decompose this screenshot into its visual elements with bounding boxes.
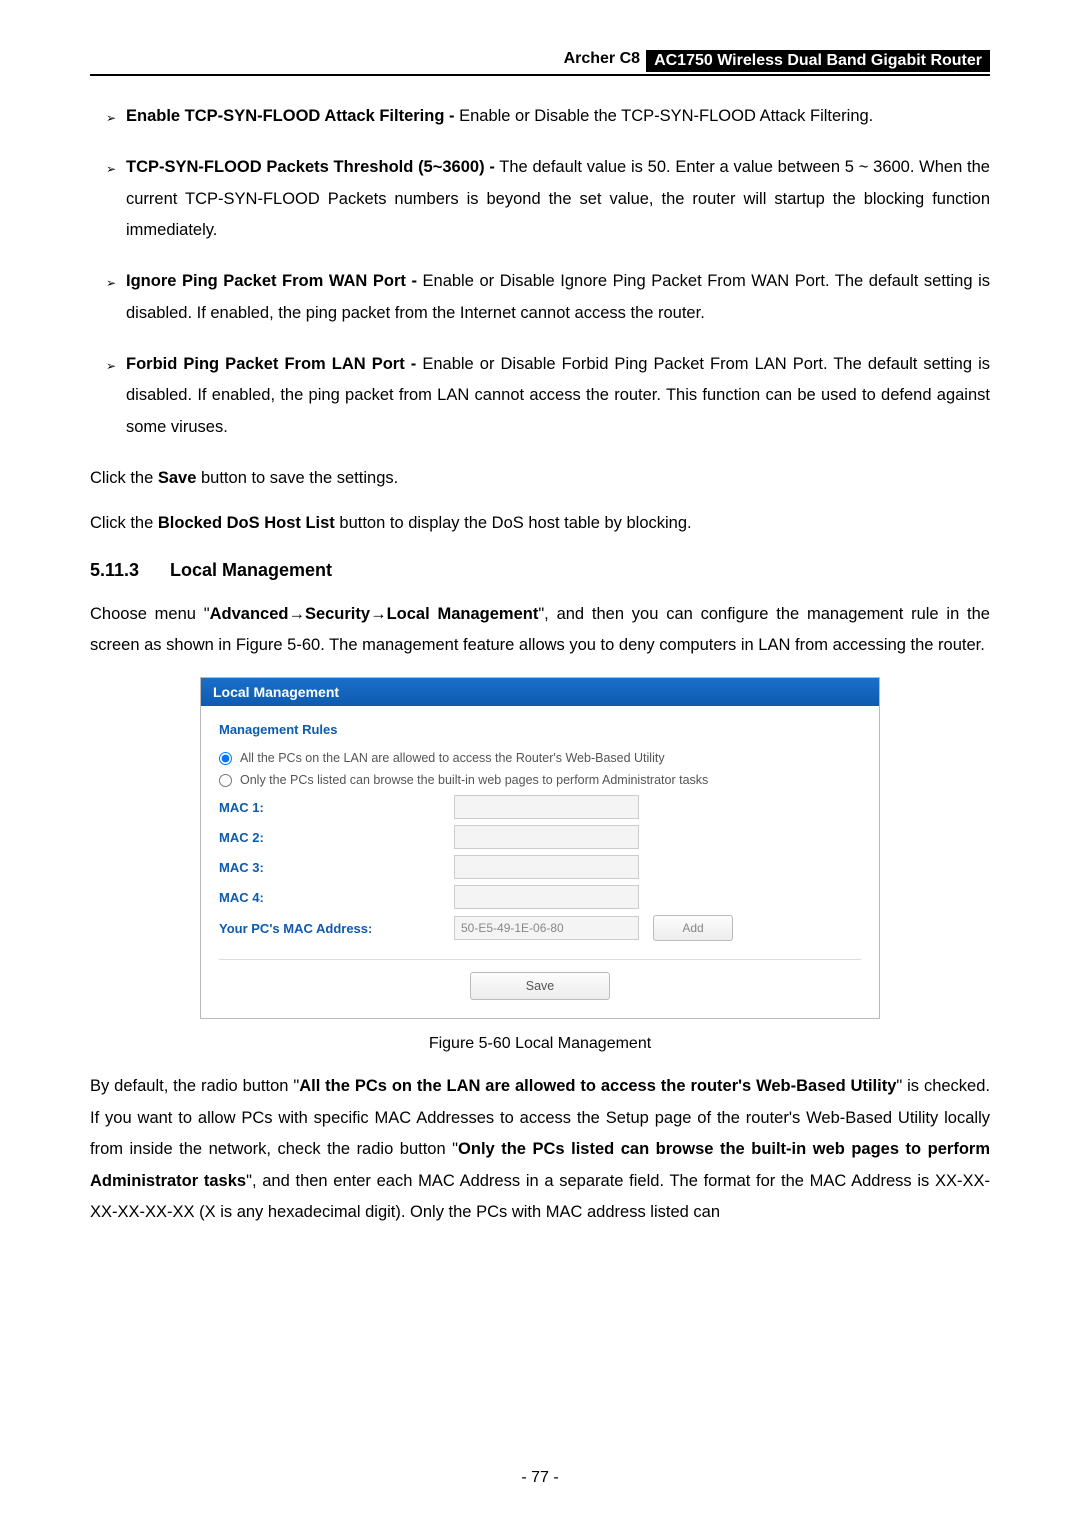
figure-local-management: Local Management Management Rules All th… (90, 677, 990, 1019)
chevron-right-icon: ➢ (90, 152, 126, 246)
save-button[interactable]: Save (470, 972, 610, 1000)
radio-only-listed[interactable]: Only the PCs listed can browse the built… (219, 773, 861, 787)
bullet-text: TCP-SYN-FLOOD Packets Threshold (5~3600)… (126, 152, 990, 246)
mac1-label: MAC 1: (219, 800, 454, 815)
save-paragraph: Click the Save button to save the settin… (90, 463, 990, 494)
mac-row-1: MAC 1: (219, 795, 861, 819)
radio-input-all[interactable] (219, 752, 232, 765)
mac2-label: MAC 2: (219, 830, 454, 845)
page-number: - 77 - (0, 1469, 1080, 1487)
bullet-text: Ignore Ping Packet From WAN Port - Enabl… (126, 266, 990, 329)
management-rules-label: Management Rules (219, 722, 861, 737)
mac-row-4: MAC 4: (219, 885, 861, 909)
bullet-text: Forbid Ping Packet From LAN Port - Enabl… (126, 349, 990, 443)
bydefault-paragraph: By default, the radio button "All the PC… (90, 1071, 990, 1228)
bullet-item-1: ➢ Enable TCP-SYN-FLOOD Attack Filtering … (90, 101, 990, 132)
figure-caption: Figure 5-60 Local Management (90, 1035, 990, 1053)
bullet-item-2: ➢ TCP-SYN-FLOOD Packets Threshold (5~360… (90, 152, 990, 246)
figure-header: Local Management (201, 678, 879, 706)
mac3-input[interactable] (454, 855, 639, 879)
mac4-input[interactable] (454, 885, 639, 909)
mac-row-3: MAC 3: (219, 855, 861, 879)
page-header: Archer C8 AC1750 Wireless Dual Band Giga… (90, 50, 990, 76)
figure-save-row: Save (219, 959, 861, 1006)
mac1-input[interactable] (454, 795, 639, 819)
radio-input-only[interactable] (219, 774, 232, 787)
add-button[interactable]: Add (653, 915, 733, 941)
radio-only-label: Only the PCs listed can browse the built… (240, 773, 708, 787)
radio-all-pcs[interactable]: All the PCs on the LAN are allowed to ac… (219, 751, 861, 765)
chevron-right-icon: ➢ (90, 101, 126, 132)
figure-content: Management Rules All the PCs on the LAN … (201, 706, 879, 1018)
bullet-text: Enable TCP-SYN-FLOOD Attack Filtering - … (126, 101, 990, 132)
mac3-label: MAC 3: (219, 860, 454, 875)
mac-row-2: MAC 2: (219, 825, 861, 849)
mac2-input[interactable] (454, 825, 639, 849)
chevron-right-icon: ➢ (90, 349, 126, 443)
mac4-label: MAC 4: (219, 890, 454, 905)
chevron-right-icon: ➢ (90, 266, 126, 329)
bullet-item-3: ➢ Ignore Ping Packet From WAN Port - Ena… (90, 266, 990, 329)
figure-box: Local Management Management Rules All th… (200, 677, 880, 1019)
header-product: AC1750 Wireless Dual Band Gigabit Router (646, 50, 990, 72)
choose-paragraph: Choose menu "Advanced→Security→Local Man… (90, 599, 990, 662)
blocked-paragraph: Click the Blocked DoS Host List button t… (90, 508, 990, 539)
section-heading: 5.11.3Local Management (90, 560, 990, 581)
your-pc-mac-label: Your PC's MAC Address: (219, 921, 454, 936)
radio-all-label: All the PCs on the LAN are allowed to ac… (240, 751, 665, 765)
your-pc-mac-row: Your PC's MAC Address: Add (219, 915, 861, 941)
your-pc-mac-input[interactable] (454, 916, 639, 940)
bullet-item-4: ➢ Forbid Ping Packet From LAN Port - Ena… (90, 349, 990, 443)
header-model: Archer C8 (564, 50, 646, 72)
